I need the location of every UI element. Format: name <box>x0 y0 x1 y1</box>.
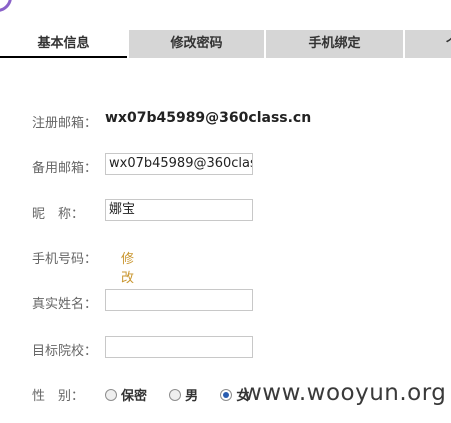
target-school-input[interactable] <box>105 336 253 358</box>
avatar <box>0 0 12 12</box>
email-value: wx07b45989@360class.cn <box>105 110 312 126</box>
real-name-input[interactable] <box>105 289 253 311</box>
tab-basic-info[interactable]: 基本信息 <box>0 30 127 58</box>
real-name-label: 真实姓名： <box>32 297 98 312</box>
radio-checked-icon[interactable] <box>220 389 233 401</box>
gender-label: 性 别： <box>32 389 85 404</box>
nickname-label: 昵 称： <box>32 207 85 222</box>
target-school-label: 目标院校： <box>32 344 98 359</box>
tab-change-password[interactable]: 修改密码 <box>129 30 264 58</box>
gender-option-male[interactable]: 男 <box>169 385 198 404</box>
phone-label: 手机号码： <box>32 252 98 267</box>
nickname-input[interactable]: 娜宝 <box>105 199 253 221</box>
backup-email-label: 备用邮箱： <box>32 161 98 176</box>
gender-option-secret[interactable]: 保密 <box>105 385 147 404</box>
email-label: 注册邮箱： <box>32 116 98 131</box>
watermark: www.wooyun.org <box>243 380 447 406</box>
tab-truncated[interactable]: 个 <box>405 30 451 58</box>
phone-modify-link[interactable]: 修改 <box>121 248 134 286</box>
backup-email-input[interactable]: wx07b45989@360class.cn <box>105 153 253 175</box>
radio-icon[interactable] <box>105 389 117 401</box>
tab-bar: 基本信息 修改密码 手机绑定 个 <box>0 30 451 58</box>
tab-phone-binding[interactable]: 手机绑定 <box>266 30 403 58</box>
radio-icon[interactable] <box>169 389 182 401</box>
